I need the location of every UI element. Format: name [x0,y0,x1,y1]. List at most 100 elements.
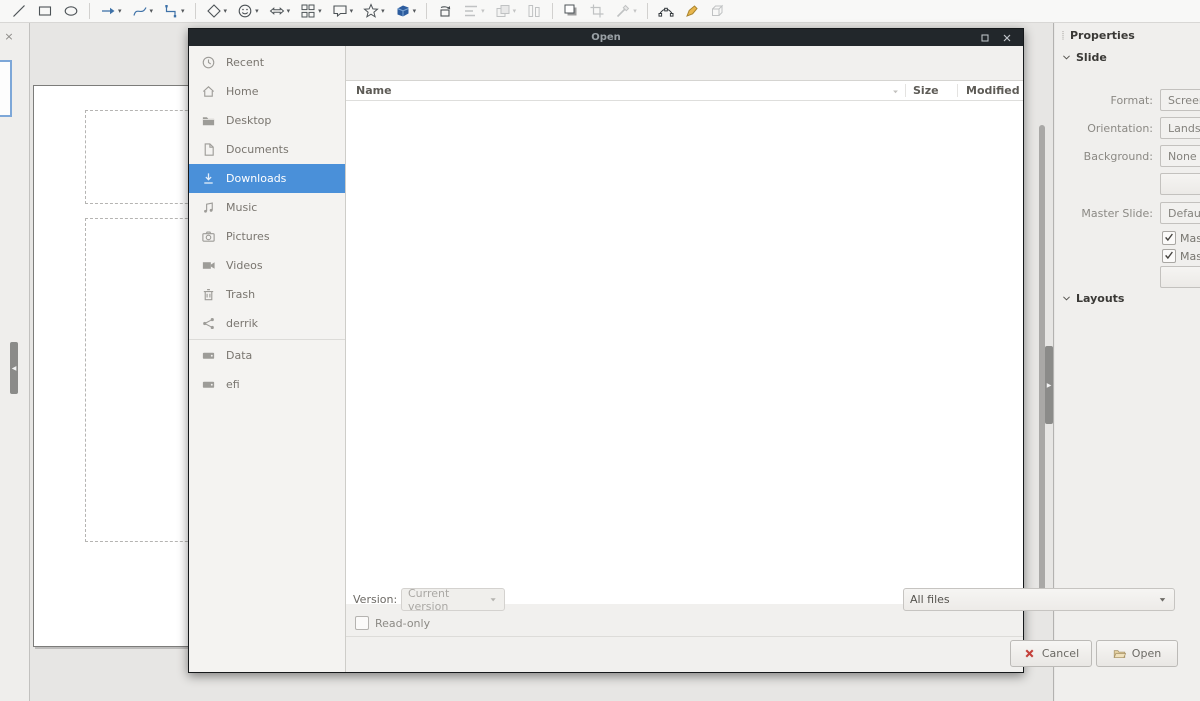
line-ends-arrow-icon [100,3,116,19]
sidebar-item-efi[interactable]: efi [189,370,345,399]
sidebar-splitter[interactable]: ▶ [1045,346,1053,424]
rotate-button[interactable] [434,1,456,21]
file-browser: Name Size Modified Version: Current vers… [346,46,1023,672]
3d-objects-button[interactable]: ▾ [392,1,420,21]
maximize-icon [979,32,991,44]
line-ends-arrow-button[interactable]: ▾ [97,1,125,21]
insert-line-button[interactable] [8,1,30,21]
music-icon [201,200,216,215]
extrusion-icon [710,3,726,19]
sidebar-item-derrik[interactable]: derrik [189,309,345,338]
insert-image-button[interactable]: Inse [1160,173,1200,195]
sidebar-item-documents[interactable]: Documents [189,135,345,164]
flowchart-shapes-button[interactable]: ▾ [297,1,325,21]
column-header-name[interactable]: Name [346,84,905,97]
sidebar-item-label: derrik [226,317,258,330]
sidebar-item-videos[interactable]: Videos [189,251,345,280]
sidebar-item-home[interactable]: Home [189,77,345,106]
close-button[interactable] [1001,31,1017,45]
dropdown-arrow-icon [1157,594,1168,605]
shadow-icon [563,3,579,19]
sidebar-separator [189,339,345,340]
sidebar-item-desktop[interactable]: Desktop [189,106,345,135]
callout-shapes-button[interactable]: ▾ [329,1,357,21]
layouts-section-header[interactable]: Layouts [1055,288,1200,308]
distribute-icon [526,3,542,19]
sidebar-item-music[interactable]: Music [189,193,345,222]
left-panel-splitter[interactable]: ◀ [10,342,18,394]
dialog-titlebar[interactable]: Open [189,29,1023,46]
slides-panel-close-icon[interactable]: × [3,31,15,43]
basic-shapes-icon [206,3,222,19]
filetype-select[interactable]: All files [903,588,1175,611]
sidebar-item-label: Downloads [226,172,286,185]
curve-icon [132,3,148,19]
symbol-shapes-button[interactable]: ▾ [234,1,262,21]
sidebar-item-data[interactable]: Data [189,341,345,370]
download-icon [201,171,216,186]
sidebar-item-recent[interactable]: Recent [189,48,345,77]
insert-line-icon [11,3,27,19]
block-arrows-button[interactable]: ▾ [266,1,294,21]
sidebar-item-label: Home [226,85,258,98]
orientation-select[interactable]: Landsca [1160,117,1200,139]
crop-icon [589,3,605,19]
dropdown-arrow-icon: ▾ [350,7,354,15]
folder-icon [201,113,216,128]
curve-button[interactable]: ▾ [129,1,157,21]
sidebar-item-label: Videos [226,259,263,272]
connector-icon [163,3,179,19]
rectangle-button[interactable] [34,1,56,21]
master-view-button[interactable]: Mas [1160,266,1200,288]
trash-icon [201,287,216,302]
camera-icon [201,229,216,244]
document-icon [201,142,216,157]
dropdown-arrow-icon: ▾ [255,7,259,15]
basic-shapes-button[interactable]: ▾ [203,1,231,21]
toolbar-separator [647,3,648,19]
readonly-checkbox[interactable]: Read-only [355,616,430,630]
version-select[interactable]: Current version [401,588,505,611]
ellipse-button[interactable] [60,1,82,21]
drawing-toolbar: ▾▾▾▾▾▾▾▾▾▾▾▾▾ [0,0,1200,23]
open-folder-icon [1113,647,1126,660]
rectangle-icon [37,3,53,19]
connector-button[interactable]: ▾ [160,1,188,21]
dropdown-arrow-icon: ▾ [224,7,228,15]
film-icon [201,258,216,273]
dropdown-arrow-icon: ▾ [633,7,637,15]
edit-points-button[interactable] [655,1,677,21]
slide-thumbnail[interactable] [0,60,12,117]
column-header-size[interactable]: Size [905,84,957,97]
column-header-modified[interactable]: Modified [957,84,1023,97]
background-select[interactable]: None [1160,145,1200,167]
open-button[interactable]: Open [1096,640,1178,667]
sort-arrow-icon [890,86,901,97]
maximize-button[interactable] [979,31,995,45]
sidebar-item-pictures[interactable]: Pictures [189,222,345,251]
master-background-checkbox[interactable]: Maste [1162,231,1200,245]
align-objects-button: ▾ [460,1,488,21]
sidebar-item-label: Music [226,201,257,214]
star-shapes-icon [363,3,379,19]
places-sidebar: Recent Home DesktopDocuments Downloads Music… [189,46,346,672]
check-icon [1163,249,1175,261]
dropdown-arrow-icon [488,594,498,605]
properties-title: Properties [1070,29,1135,42]
format-select[interactable]: Screen [1160,89,1200,111]
grip-icon [1058,28,1068,42]
close-icon [1001,32,1013,44]
master-slide-select[interactable]: Default [1160,202,1200,224]
shadow-button[interactable] [560,1,582,21]
star-shapes-button[interactable]: ▾ [360,1,388,21]
sidebar-item-downloads[interactable]: Downloads [189,164,345,193]
glue-points-button[interactable] [681,1,703,21]
dialog-title: Open [233,32,979,43]
sidebar-item-trash[interactable]: Trash [189,280,345,309]
arrange-button: ▾ [492,1,520,21]
cancel-button[interactable]: Cancel [1010,640,1092,667]
master-objects-checkbox[interactable]: Maste [1162,249,1200,263]
format-label: Format: [1055,94,1153,107]
master-slide-label: Master Slide: [1055,207,1153,220]
slide-section-header[interactable]: Slide [1055,47,1200,67]
